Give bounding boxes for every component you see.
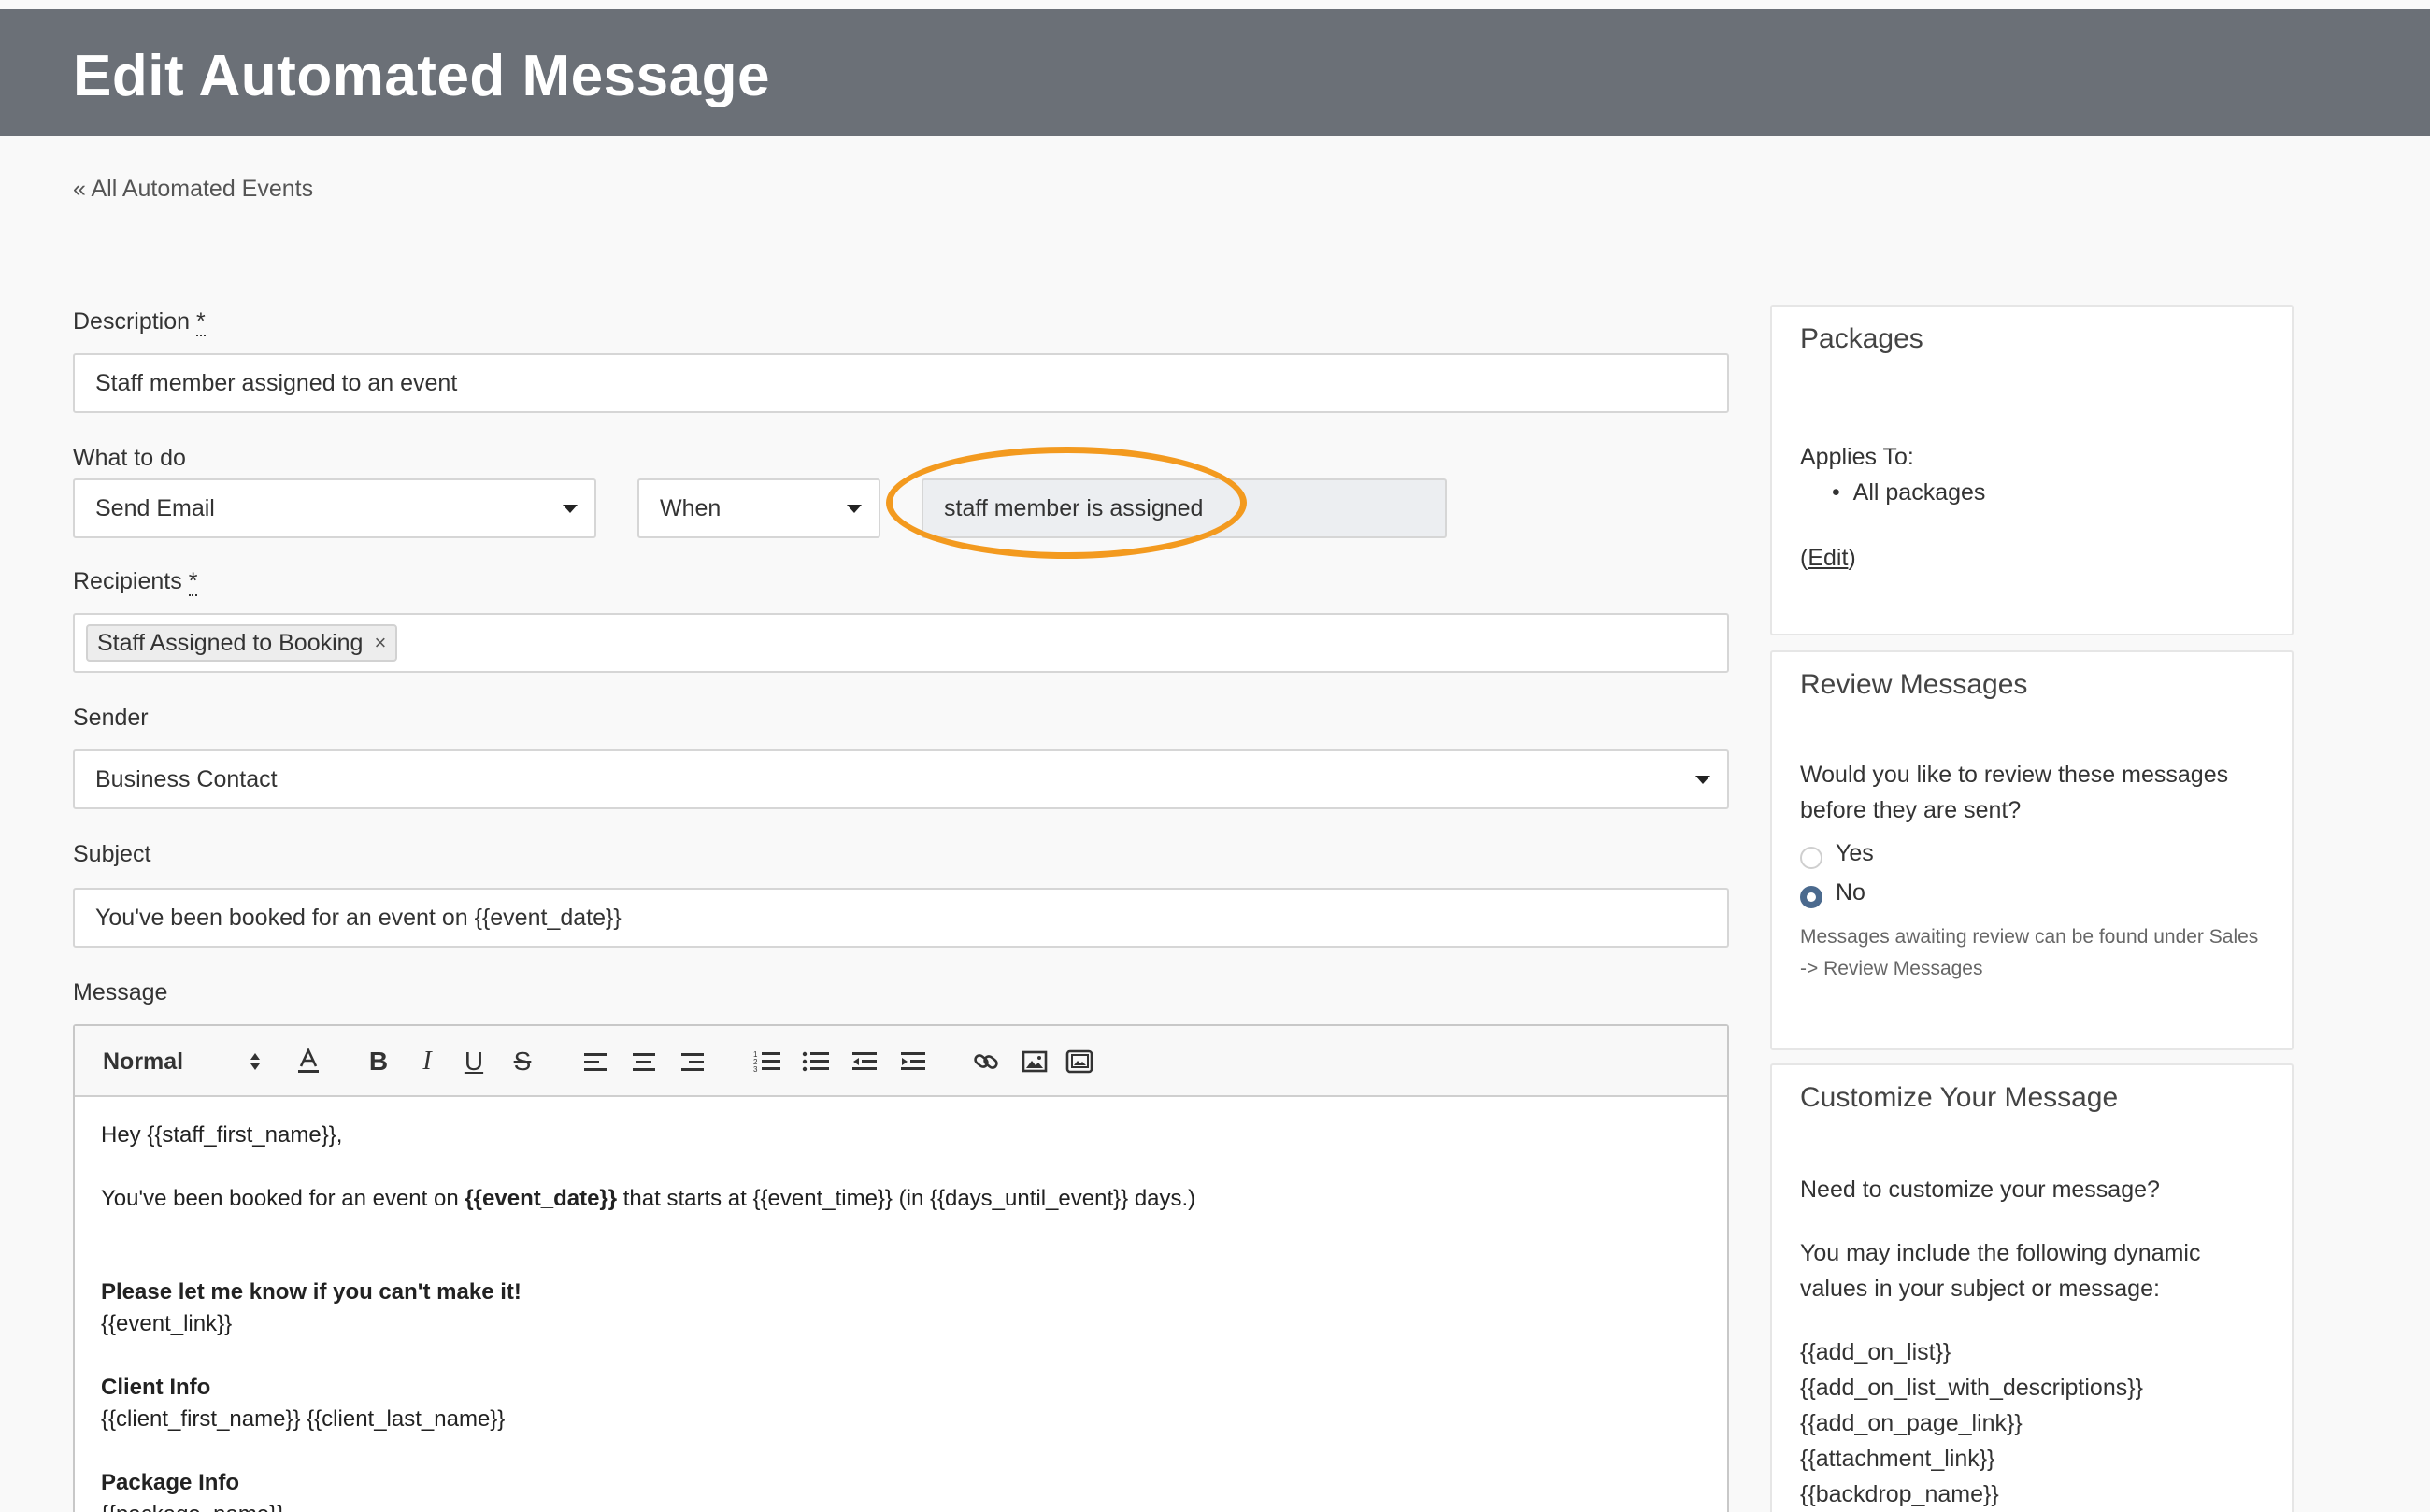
ordered-list-icon[interactable]: 123 — [751, 1045, 783, 1078]
description-input[interactable]: Staff member assigned to an event — [73, 353, 1729, 413]
underline-icon[interactable]: U — [460, 1045, 488, 1078]
what-to-do-label: What to do — [73, 445, 186, 471]
client-name-line: {{client_first_name}} {{client_last_name… — [101, 1406, 506, 1432]
editor-content[interactable]: Hey {{staff_first_name}}, You've been bo… — [101, 1120, 1195, 1512]
review-note: Messages awaiting review can be found un… — [1800, 926, 2259, 979]
recipients-input[interactable]: Staff Assigned to Booking × — [73, 613, 1729, 673]
highlight-ellipse — [886, 447, 1247, 559]
action-select[interactable]: Send Email — [73, 478, 596, 538]
dynamic-value: {{backdrop_name}} — [1800, 1481, 1999, 1507]
customize-intro: You may include the following dynamic va… — [1800, 1240, 2201, 1302]
dynamic-value: {{add_on_list_with_descriptions}} — [1800, 1375, 2143, 1401]
message-greeting: Hey {{staff_first_name}}, — [101, 1122, 343, 1148]
customize-question: Need to customize your message? — [1800, 1177, 2160, 1203]
review-yes-label: Yes — [1836, 840, 1874, 866]
packages-edit-link[interactable]: Edit — [1808, 545, 1848, 571]
chevron-down-icon — [1695, 776, 1710, 784]
packages-title: Packages — [1800, 323, 1923, 354]
editor-toolbar: Normal B I U S 123 — [75, 1026, 1727, 1097]
message-label: Message — [73, 979, 168, 1006]
review-no-label: No — [1836, 879, 1865, 906]
sort-arrows-icon — [250, 1053, 260, 1070]
outdent-icon[interactable] — [849, 1045, 880, 1078]
bullet-list-icon[interactable] — [800, 1045, 832, 1078]
packages-edit: (Edit) — [1800, 545, 1856, 571]
review-messages-panel: Review Messages Would you like to review… — [1770, 650, 2294, 1050]
packages-panel: Packages Applies To: • All packages (Edi… — [1770, 305, 2294, 635]
message-line: You've been booked for an event on {{eve… — [101, 1186, 1196, 1211]
gallery-icon[interactable] — [1064, 1045, 1095, 1078]
bold-icon[interactable]: B — [364, 1045, 393, 1078]
strikethrough-icon[interactable]: S — [508, 1045, 536, 1078]
package-name-line: {{package_name}} — [101, 1499, 1195, 1512]
message-cta: Please let me know if you can't make it! — [101, 1279, 522, 1305]
chevron-down-icon — [847, 505, 862, 513]
recipients-label: Recipients * — [73, 568, 198, 596]
link-icon[interactable] — [970, 1045, 1002, 1078]
client-info-heading: Client Info — [101, 1375, 211, 1400]
align-right-icon[interactable] — [677, 1045, 708, 1078]
page-title: Edit Automated Message — [73, 44, 770, 108]
dynamic-value: {{add_on_list}} — [1800, 1339, 1951, 1365]
subject-input[interactable]: You've been booked for an event on {{eve… — [73, 888, 1729, 948]
image-icon[interactable] — [1019, 1045, 1051, 1078]
recipient-tag: Staff Assigned to Booking × — [86, 624, 398, 662]
customize-title: Customize Your Message — [1800, 1082, 2119, 1113]
text-color-icon[interactable] — [292, 1045, 325, 1078]
sender-label: Sender — [73, 705, 149, 731]
required-mark: * — [196, 308, 206, 336]
close-icon[interactable]: × — [374, 631, 386, 655]
subject-label: Subject — [73, 841, 151, 867]
timing-select[interactable]: When — [637, 478, 880, 538]
svg-text:3: 3 — [753, 1065, 758, 1074]
italic-icon[interactable]: I — [413, 1045, 441, 1078]
message-event-link: {{event_link}} — [101, 1311, 233, 1336]
review-no-radio[interactable] — [1800, 886, 1822, 908]
required-mark: * — [188, 568, 198, 596]
page-header: Edit Automated Message — [0, 9, 2430, 136]
back-to-all-events-link[interactable]: « All Automated Events — [73, 176, 313, 203]
description-label: Description * — [73, 308, 206, 336]
dynamic-value: {{add_on_page_link}} — [1800, 1410, 2023, 1436]
customize-message-panel: Customize Your Message Need to customize… — [1770, 1063, 2294, 1512]
indent-icon[interactable] — [897, 1045, 929, 1078]
format-select[interactable]: Normal — [103, 1045, 262, 1078]
align-left-icon[interactable] — [579, 1045, 611, 1078]
package-info-heading: Package Info — [101, 1470, 240, 1495]
dynamic-value: {{attachment_link}} — [1800, 1446, 1995, 1472]
sender-select[interactable]: Business Contact — [73, 749, 1729, 809]
applies-to-label: Applies To: — [1800, 444, 1914, 470]
chevron-down-icon — [563, 505, 578, 513]
review-yes-radio[interactable] — [1800, 847, 1822, 869]
message-editor[interactable]: Normal B I U S 123 Hey {{staff_first_nam… — [73, 1024, 1729, 1512]
applies-to-item: • All packages — [1832, 479, 1986, 506]
review-question: Would you like to review these messages … — [1800, 762, 2229, 823]
align-center-icon[interactable] — [628, 1045, 660, 1078]
review-messages-title: Review Messages — [1800, 669, 2028, 700]
